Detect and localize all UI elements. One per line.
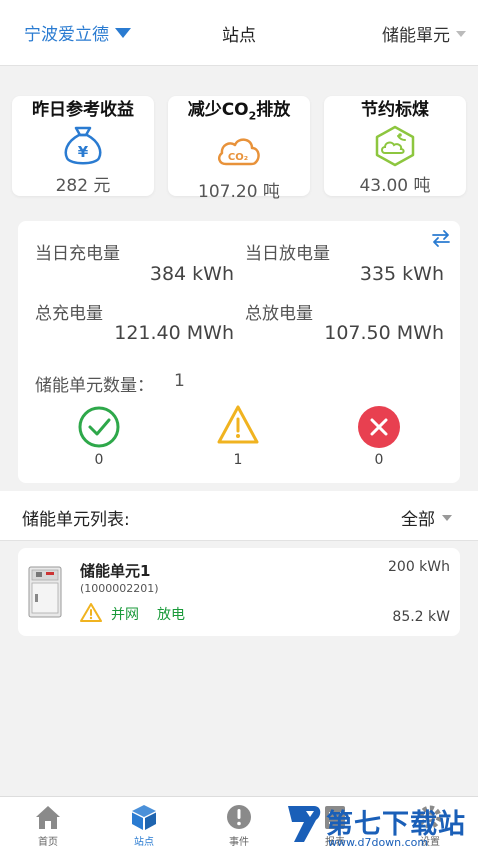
- stat-card-co2: 减少CO2排放 CO₂ 107.20 吨: [168, 96, 310, 202]
- cube-icon: [132, 805, 156, 830]
- total-discharge-label: 总放电量: [245, 304, 313, 324]
- error-circle-icon[interactable]: [357, 405, 401, 449]
- co2-cloud-icon: CO₂: [217, 138, 260, 166]
- top-bar: 宁波爱立德 站点 储能單元: [0, 0, 478, 66]
- daily-discharge-label: 当日放电量: [245, 244, 330, 264]
- mode-status-badge: 放电: [157, 607, 185, 623]
- energy-summary-panel: 当日充电量 384 kWh 当日放电量 335 kWh 总充电量 121.40 …: [18, 221, 460, 483]
- unit-list-title: 储能单元列表:: [22, 510, 130, 530]
- error-count: 0: [374, 452, 384, 468]
- total-charge-label: 总充电量: [35, 304, 103, 324]
- ok-count: 0: [94, 452, 104, 468]
- daily-charge-value: 384 kWh: [149, 263, 234, 285]
- stat-value: 107.20 吨: [198, 182, 280, 203]
- daily-charge-label: 当日充电量: [35, 244, 120, 264]
- nav-label: 事件: [229, 837, 249, 848]
- chevron-down-icon: [442, 514, 452, 521]
- warning-icon: [80, 603, 102, 622]
- unit-count-label: 储能单元数量：: [35, 376, 154, 396]
- unit-selector-label: 储能單元: [382, 26, 450, 46]
- alert-icon: [227, 805, 251, 829]
- unit-name: 储能单元1: [80, 562, 151, 580]
- warning-icon[interactable]: [216, 403, 260, 447]
- chevron-down-icon: [456, 30, 466, 37]
- warning-count: 1: [233, 452, 243, 468]
- stat-value: 282 元: [55, 176, 111, 196]
- stat-value: 43.00 吨: [359, 176, 431, 196]
- stat-card-coal: 节约标煤 43.00 吨: [324, 96, 466, 196]
- stat-card-revenue: 昨日参考收益 ¥ 282 元: [12, 96, 154, 196]
- watermark: 第七下载站 www.d7down.com: [282, 798, 478, 850]
- unit-count-value: 1: [174, 371, 185, 391]
- nav-events[interactable]: 事件: [209, 797, 269, 850]
- stat-title: 昨日参考收益: [32, 100, 134, 120]
- svg-text:CO₂: CO₂: [228, 152, 248, 163]
- grid-status-badge: 并网: [111, 607, 139, 623]
- coal-icon: [375, 125, 415, 167]
- watermark-url: www.d7down.com: [328, 836, 429, 849]
- unit-power: 85.2 kW: [392, 609, 450, 625]
- swap-icon[interactable]: [430, 227, 452, 249]
- cabinet-icon: [28, 566, 62, 618]
- unit-filter-dropdown[interactable]: 全部: [401, 505, 452, 530]
- unit-id: (1000002201): [80, 582, 159, 595]
- svg-text:¥: ¥: [78, 143, 89, 161]
- unit-card[interactable]: 储能单元1 (1000002201) 并网 放电 200 kWh 85.2 kW: [18, 548, 460, 636]
- daily-discharge-value: 335 kWh: [359, 263, 444, 285]
- nav-label: 站点: [134, 837, 154, 848]
- total-charge-value: 121.40 MWh: [114, 322, 234, 344]
- stat-title: 节约标煤: [361, 100, 429, 120]
- stat-title: 减少CO2排放: [187, 100, 291, 123]
- nav-site[interactable]: 站点: [114, 797, 174, 850]
- unit-filter-label: 全部: [401, 510, 435, 530]
- unit-capacity: 200 kWh: [388, 559, 450, 575]
- money-bag-icon: ¥: [64, 126, 102, 165]
- watermark-logo: [288, 806, 321, 842]
- unit-list-header: 储能单元列表: 全部: [0, 491, 478, 541]
- unit-selector[interactable]: 储能單元: [382, 21, 466, 46]
- nav-home[interactable]: 首页: [18, 797, 78, 850]
- total-discharge-value: 107.50 MWh: [324, 322, 444, 344]
- check-circle-icon[interactable]: [77, 405, 121, 449]
- nav-label: 首页: [38, 837, 58, 848]
- home-icon: [36, 806, 60, 829]
